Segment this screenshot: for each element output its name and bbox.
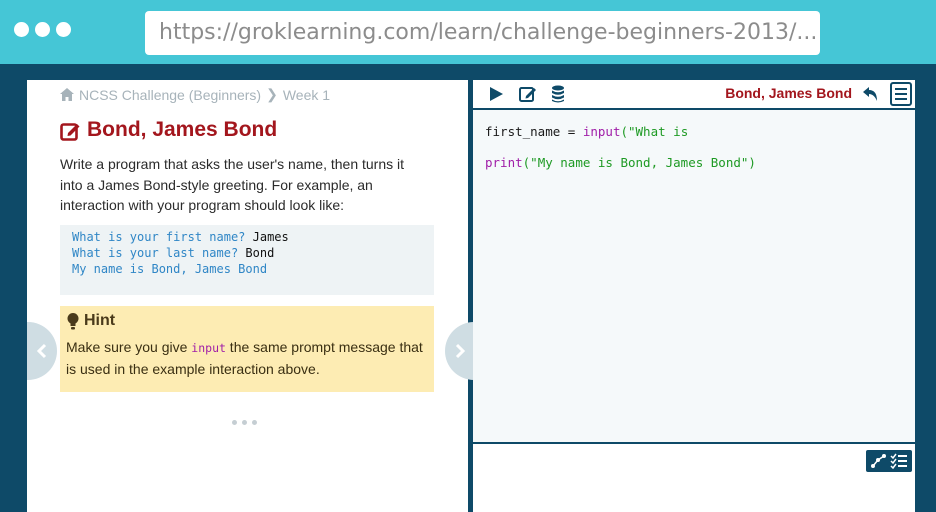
- example-input: James: [252, 230, 289, 244]
- run-icon[interactable]: [486, 84, 506, 104]
- menu-button[interactable]: [890, 82, 912, 106]
- example-input: Bond: [245, 246, 275, 260]
- problem-title-text: Bond, James Bond: [87, 118, 278, 141]
- hint-header: Hint: [67, 312, 115, 330]
- problem-panel: NCSS Challenge (Beginners) ❯ Week 1 Bond…: [27, 80, 468, 512]
- chevron-right-icon: ❯: [266, 86, 278, 102]
- address-bar[interactable]: https://groklearning.com/learn/challenge…: [145, 11, 820, 55]
- home-icon[interactable]: [60, 88, 74, 101]
- ellipsis-dot: [252, 420, 257, 425]
- example-output: My name is Bond, James Bond: [72, 262, 268, 276]
- example-line: My name is Bond, James Bond: [72, 261, 434, 277]
- console-pane[interactable]: [473, 444, 915, 512]
- file-title: Bond, James Bond: [725, 85, 852, 101]
- hint-title: Hint: [84, 312, 116, 329]
- window-dot: [35, 22, 50, 37]
- hint-text-part: Make sure you give: [66, 339, 192, 355]
- breadcrumb: NCSS Challenge (Beginners) ❯ Week 1: [60, 86, 330, 103]
- code-token: first_name =: [485, 124, 583, 139]
- chart-icon[interactable]: [870, 453, 888, 469]
- code-token: print: [485, 155, 523, 170]
- hint-box: Hint Make sure you give input the same p…: [60, 306, 434, 392]
- chevron-left-icon: [36, 343, 47, 359]
- code-editor[interactable]: first_name = input("What is print("My nam…: [485, 116, 756, 178]
- example-interaction: What is your first name? James What is y…: [60, 225, 434, 295]
- hint-text: Make sure you give input the same prompt…: [66, 337, 426, 380]
- menu-icon: [895, 88, 907, 100]
- chevron-right-icon: [455, 343, 466, 359]
- console-view-toggle[interactable]: [866, 450, 912, 472]
- example-line: What is your first name? James: [72, 229, 434, 245]
- window-dot: [56, 22, 71, 37]
- undo-icon[interactable]: [861, 85, 881, 105]
- checklist-icon[interactable]: [890, 453, 908, 469]
- edit-icon: [60, 122, 80, 141]
- problem-title: Bond, James Bond: [60, 118, 277, 142]
- bulb-icon: [67, 312, 79, 329]
- example-prompt: What is your first name?: [72, 230, 253, 244]
- database-icon[interactable]: [548, 84, 568, 104]
- hint-code: input: [191, 341, 226, 355]
- code-line[interactable]: first_name = input("What is: [485, 116, 756, 147]
- window-dot: [14, 22, 29, 37]
- code-token: ("What is: [620, 124, 689, 139]
- code-line[interactable]: print("My name is Bond, James Bond"): [485, 147, 756, 178]
- problem-description: Write a program that asks the user's nam…: [60, 156, 405, 213]
- editor-panel: Bond, James Bond first_name = input("Wha…: [473, 80, 915, 512]
- code-token: ("My name is Bond, James Bond"): [522, 155, 756, 170]
- breadcrumb-course[interactable]: NCSS Challenge (Beginners): [79, 87, 261, 103]
- editor-toolbar: Bond, James Bond: [473, 80, 915, 110]
- window-controls: [14, 22, 71, 37]
- code-token: input: [582, 124, 621, 139]
- more-content-indicator: [232, 420, 257, 425]
- example-line: What is your last name? Bond: [72, 245, 434, 261]
- example-prompt: What is your last name?: [72, 246, 246, 260]
- ellipsis-dot: [232, 420, 237, 425]
- browser-chrome: https://groklearning.com/learn/challenge…: [0, 0, 936, 64]
- pencil-icon[interactable]: [518, 84, 538, 104]
- ellipsis-dot: [242, 420, 247, 425]
- breadcrumb-week[interactable]: Week 1: [283, 87, 330, 103]
